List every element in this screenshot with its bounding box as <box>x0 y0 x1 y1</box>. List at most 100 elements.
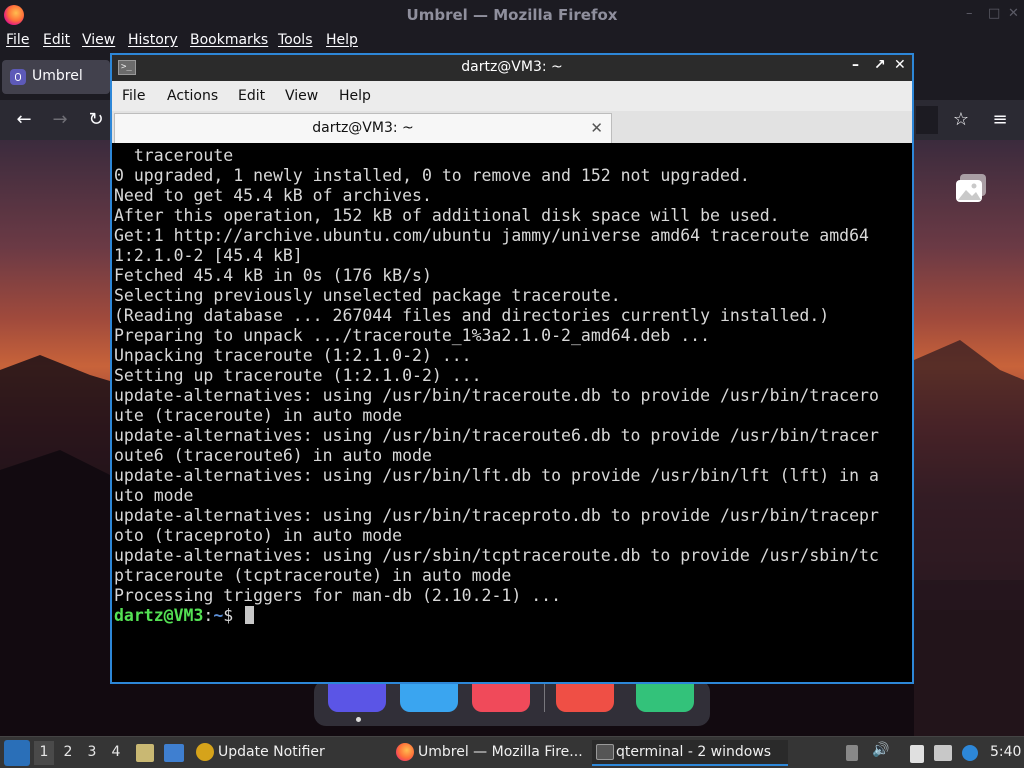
removable-media-icon[interactable] <box>846 745 858 761</box>
terminal-icon <box>596 744 614 760</box>
task-label: Umbrel — Mozilla Fire... <box>418 744 583 760</box>
reload-icon[interactable]: ↻ <box>82 106 110 134</box>
terminal-line: uto mode <box>114 486 194 505</box>
terminal-line: (Reading database ... 267044 files and d… <box>114 306 830 325</box>
terminal-line: Need to get 45.4 kB of archives. <box>114 186 432 205</box>
umbrel-dock <box>314 680 710 726</box>
firefox-tab-label: Umbrel <box>32 68 83 84</box>
terminal-line: update-alternatives: using /usr/bin/trac… <box>114 506 879 525</box>
update-notifier-icon <box>196 743 214 761</box>
wallpaper-photo-icon[interactable] <box>954 172 988 204</box>
dock-app-settings-icon[interactable] <box>472 680 530 712</box>
back-icon[interactable]: ← <box>10 106 38 134</box>
terminal-line: Fetched 45.4 kB in 0s (176 kB/s) <box>114 266 432 285</box>
qterminal-close-button[interactable]: ✕ <box>894 57 906 73</box>
terminal-line: oto (traceproto) in auto mode <box>114 526 403 545</box>
qterminal-menu-file[interactable]: File <box>122 88 145 104</box>
terminal-cursor <box>245 606 255 624</box>
terminal-line: After this operation, 152 kB of addition… <box>114 206 780 225</box>
terminal-line: Get:1 http://archive.ubuntu.com/ubuntu j… <box>114 226 869 245</box>
taskbar: 1 2 3 4 Update Notifier Umbrel — Mozilla… <box>0 736 1024 768</box>
firefox-close-button[interactable]: ✕ <box>1008 6 1019 21</box>
qterminal-menu-view[interactable]: View <box>285 88 318 104</box>
tab-close-icon[interactable]: ✕ <box>590 119 603 137</box>
firefox-menubar: File Edit View History Bookmarks Tools H… <box>0 30 1024 52</box>
firefox-tab-umbrel[interactable]: Umbrel <box>2 60 110 94</box>
terminal-line: Processing triggers for man-db (2.10.2-1… <box>114 586 562 605</box>
keyboard-icon[interactable] <box>934 745 952 761</box>
terminal-line: Preparing to unpack .../traceroute_1%3a2… <box>114 326 711 345</box>
dock-app-home-icon[interactable] <box>328 680 386 712</box>
bookmark-star-icon[interactable]: ☆ <box>947 106 975 134</box>
dock-active-indicator <box>356 717 361 722</box>
qterminal-window: >_ dartz@VM3: ~ – ↗ ✕ File Actions Edit … <box>110 53 914 684</box>
umbrel-favicon-icon <box>10 69 26 85</box>
task-label: Update Notifier <box>218 744 325 760</box>
terminal-line: traceroute <box>114 146 234 165</box>
terminal-line: 0 upgraded, 1 newly installed, 0 to remo… <box>114 166 750 185</box>
file-manager-icon[interactable] <box>136 744 154 762</box>
firefox-menu-help[interactable]: Help <box>326 32 358 48</box>
workspace-2[interactable]: 2 <box>58 744 78 760</box>
dock-app-live-usage-icon[interactable] <box>556 680 614 712</box>
prompt-user-host: dartz@VM3 <box>114 606 204 625</box>
qterminal-menubar: File Actions Edit View Help <box>112 81 912 111</box>
terminal-line: ptraceroute (tcptraceroute) in auto mode <box>114 566 512 585</box>
clipboard-icon[interactable] <box>910 745 924 763</box>
terminal-line: oute6 (traceroute6) in auto mode <box>114 446 432 465</box>
qterminal-tabbar: dartz@VM3: ~ ✕ <box>112 111 912 143</box>
app-menu-icon[interactable]: ≡ <box>986 106 1014 134</box>
terminal-line: Setting up traceroute (1:2.1.0-2) ... <box>114 366 482 385</box>
volume-icon[interactable]: 🔊 <box>872 742 889 758</box>
task-firefox[interactable]: Umbrel — Mozilla Fire... <box>394 740 588 766</box>
workspace-4[interactable]: 4 <box>106 744 126 760</box>
qterminal-minimize-button[interactable]: – <box>852 57 859 73</box>
workspace-3[interactable]: 3 <box>82 744 102 760</box>
workspace-1[interactable]: 1 <box>34 741 54 765</box>
url-bar[interactable] <box>916 106 938 134</box>
task-qterminal[interactable]: qterminal - 2 windows <box>592 740 788 766</box>
prompt-symbol: $ <box>223 606 244 625</box>
firefox-menu-history[interactable]: History <box>128 32 178 48</box>
qterminal-menu-edit[interactable]: Edit <box>238 88 265 104</box>
prompt-separator: : <box>203 606 214 625</box>
qterminal-titlebar: >_ dartz@VM3: ~ – ↗ ✕ <box>112 55 912 81</box>
qterminal-tab[interactable]: dartz@VM3: ~ ✕ <box>114 113 612 143</box>
firefox-menu-bookmarks[interactable]: Bookmarks <box>190 32 268 48</box>
firefox-menu-edit[interactable]: Edit <box>43 32 70 48</box>
terminal-output[interactable]: traceroute 0 upgraded, 1 newly installed… <box>112 143 912 682</box>
terminal-line: update-alternatives: using /usr/bin/trac… <box>114 426 879 445</box>
prompt-path: ~ <box>213 606 224 625</box>
qterminal-maximize-button[interactable]: ↗ <box>874 57 886 73</box>
dock-separator <box>544 682 545 712</box>
firefox-menu-file[interactable]: File <box>6 32 29 48</box>
terminal-line: ute (traceroute) in auto mode <box>114 406 403 425</box>
qterminal-menu-help[interactable]: Help <box>339 88 371 104</box>
dock-app-widgets-icon[interactable] <box>636 680 694 712</box>
firefox-titlebar: Umbrel — Mozilla Firefox – □ ✕ <box>0 0 1024 30</box>
firefox-icon <box>396 743 414 761</box>
qterminal-window-title: dartz@VM3: ~ <box>461 59 563 75</box>
terminal-line: Unpacking traceroute (1:2.1.0-2) ... <box>114 346 472 365</box>
qterminal-menu-actions[interactable]: Actions <box>167 88 218 104</box>
firefox-maximize-button[interactable]: □ <box>988 6 1000 21</box>
start-menu-icon[interactable] <box>4 740 30 766</box>
firefox-minimize-button[interactable]: – <box>966 6 973 21</box>
terminal-line: update-alternatives: using /usr/sbin/tcp… <box>114 546 879 565</box>
firefox-window-title: Umbrel — Mozilla Firefox <box>406 6 618 24</box>
terminal-line: Selecting previously unselected package … <box>114 286 621 305</box>
network-icon[interactable] <box>962 745 978 761</box>
terminal-line: 1:2.1.0-2 [45.4 kB] <box>114 246 303 265</box>
terminal-prompt[interactable]: dartz@VM3:~$ <box>114 606 912 626</box>
task-update-notifier[interactable]: Update Notifier <box>194 740 384 766</box>
terminal-line: update-alternatives: using /usr/bin/lft.… <box>114 466 879 485</box>
qterminal-tab-label: dartz@VM3: ~ <box>312 120 414 136</box>
task-label: qterminal - 2 windows <box>616 744 772 760</box>
firefox-menu-tools[interactable]: Tools <box>278 32 313 48</box>
terminal-line: update-alternatives: using /usr/bin/trac… <box>114 386 879 405</box>
firefox-menu-view[interactable]: View <box>82 32 115 48</box>
dock-app-store-icon[interactable] <box>400 680 458 712</box>
show-desktop-icon[interactable] <box>164 744 184 762</box>
clock[interactable]: 5:40 <box>990 744 1021 760</box>
forward-icon[interactable]: → <box>46 106 74 134</box>
